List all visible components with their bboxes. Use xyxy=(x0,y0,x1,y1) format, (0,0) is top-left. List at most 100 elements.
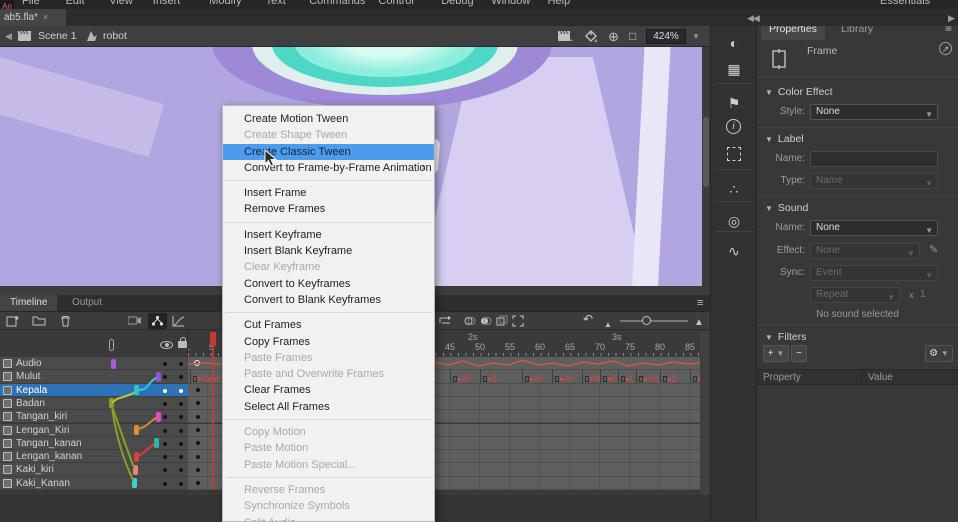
frame-label-ah[interactable]: ●Ah xyxy=(522,370,544,383)
section-color-effect[interactable]: ▼Color Effect xyxy=(765,86,833,98)
lock-dot[interactable] xyxy=(179,375,183,379)
keyframe-dot[interactable] xyxy=(196,455,200,459)
menu-item-convert-to-blank-keyframes[interactable]: Convert to Blank Keyframes xyxy=(223,292,434,308)
onion-skin-icon[interactable] xyxy=(464,315,476,327)
back-arrow-icon[interactable]: ◀ xyxy=(5,26,12,47)
menu-text[interactable]: Text xyxy=(266,0,286,9)
section-label[interactable]: ▼Label xyxy=(765,133,804,145)
zoom-in-frames-icon[interactable]: ▲ xyxy=(694,316,704,329)
expand-panels-icon[interactable]: ▶ xyxy=(948,13,954,24)
menu-item-clear-frames[interactable]: Clear Frames xyxy=(223,382,434,398)
visibility-dot[interactable] xyxy=(163,455,167,459)
new-folder-icon[interactable] xyxy=(32,315,46,326)
timeline-zoom-knob[interactable] xyxy=(642,316,651,325)
parenting-mark[interactable] xyxy=(154,438,159,448)
stage-vscrollbar-thumb[interactable] xyxy=(703,117,709,187)
visibility-dot[interactable] xyxy=(163,482,167,486)
zoom-level-input[interactable]: 424% xyxy=(646,29,686,44)
menu-item-insert-keyframe[interactable]: Insert Keyframe xyxy=(223,227,434,243)
filter-options-button[interactable]: ⚙ ▼ xyxy=(925,345,953,362)
layer-row-kaki_kiri[interactable]: Kaki_kiri xyxy=(0,463,188,476)
menu-help[interactable]: Help xyxy=(548,0,571,9)
tab-timeline[interactable]: Timeline xyxy=(0,295,57,311)
frame-label-neutral[interactable]: ●Neutral xyxy=(190,370,222,383)
menu-item-cut-frames[interactable]: Cut Frames xyxy=(223,317,434,333)
menu-modify[interactable]: Modify xyxy=(209,0,241,9)
frame-label-m[interactable]: ●M xyxy=(582,370,601,383)
motion-graph-icon[interactable]: ∿ xyxy=(723,241,745,261)
info-icon[interactable]: i xyxy=(726,119,741,134)
timeline-zoom-slider[interactable] xyxy=(620,320,688,322)
palette-icon[interactable]: ◐ xyxy=(723,33,745,53)
parenting-mark[interactable] xyxy=(156,372,161,382)
menu-item-remove-frames[interactable]: Remove Frames xyxy=(223,201,434,217)
frame-label-l[interactable]: ●L xyxy=(618,370,634,383)
visibility-dot[interactable] xyxy=(163,429,167,433)
visibility-dot[interactable] xyxy=(163,375,167,379)
label-name-input[interactable] xyxy=(810,151,938,167)
style-dropdown[interactable]: None▼ xyxy=(810,104,938,120)
keyframe-dot[interactable] xyxy=(196,481,200,485)
edit-multiple-frames-icon[interactable] xyxy=(496,315,508,327)
parenting-mark[interactable] xyxy=(133,465,138,475)
clip-content-icon[interactable]: □ xyxy=(629,26,636,47)
fill-bucket-icon[interactable] xyxy=(584,30,599,43)
menu-control[interactable]: Control xyxy=(378,0,413,9)
frame-label-ah[interactable]: ●Ah xyxy=(450,370,472,383)
parenting-mark[interactable] xyxy=(134,425,139,435)
keyframe-dot[interactable] xyxy=(196,468,200,472)
add-filter-button[interactable]: + ▼ xyxy=(763,345,789,362)
keyframe-dot[interactable] xyxy=(196,388,200,392)
tab-output[interactable]: Output xyxy=(62,295,112,311)
edit-sound-pencil-icon[interactable]: ✎ xyxy=(929,243,938,256)
lock-dot[interactable] xyxy=(179,402,183,406)
help-launch-icon[interactable]: ↗ xyxy=(939,42,952,55)
visibility-dot[interactable] xyxy=(163,415,167,419)
keyframe-dot[interactable] xyxy=(196,415,200,419)
parenting-mark[interactable] xyxy=(134,385,139,395)
visibility-dot[interactable] xyxy=(163,362,167,366)
layer-row-lengan_kanan[interactable]: Lengan_kanan xyxy=(0,450,188,463)
lock-dot[interactable] xyxy=(179,415,183,419)
camera-layer-icon[interactable] xyxy=(128,315,142,326)
lock-dot[interactable] xyxy=(179,468,183,472)
menu-view[interactable]: View xyxy=(109,0,133,9)
layer-row-tangan_kiri[interactable]: Tangan_kiri xyxy=(0,410,188,423)
keyframe-dot[interactable] xyxy=(196,401,200,405)
menu-edit[interactable]: Edit xyxy=(66,0,85,9)
parenting-mark[interactable] xyxy=(111,359,116,369)
parenting-mark[interactable] xyxy=(134,452,139,462)
menu-insert[interactable]: Insert xyxy=(153,0,181,9)
playhead[interactable] xyxy=(210,332,216,346)
frame-label-e[interactable]: ●E xyxy=(600,370,617,383)
frames-panel-icon[interactable]: ▦ xyxy=(723,59,745,79)
delete-layer-icon[interactable] xyxy=(60,315,71,327)
zoom-out-frames-icon[interactable]: ▲ xyxy=(604,318,612,331)
frame-label-ah[interactable]: ●Ah xyxy=(552,370,574,383)
layer-row-kaki_kanan[interactable]: Kaki_Kanan xyxy=(0,477,188,490)
menu-window[interactable]: Window xyxy=(491,0,530,9)
parenting-mark[interactable] xyxy=(132,478,137,488)
remove-filter-button[interactable]: − xyxy=(791,345,807,362)
menu-item-convert-to-keyframes[interactable]: Convert to Keyframes xyxy=(223,276,434,292)
menu-item-create-classic-tween[interactable]: Create Classic Tween xyxy=(223,144,434,160)
app-logo[interactable]: An xyxy=(0,0,14,9)
frame-label-d[interactable]: ●D xyxy=(660,370,678,383)
menu-file[interactable]: File xyxy=(22,0,40,9)
lock-dot[interactable] xyxy=(179,362,183,366)
parenting-view-icon[interactable] xyxy=(148,313,167,329)
onion-skin-outline-icon[interactable] xyxy=(480,315,492,327)
center-frame-icon[interactable]: ⊕ xyxy=(608,26,619,47)
layer-row-kepala[interactable]: Kepala xyxy=(0,384,188,397)
menu-item-insert-frame[interactable]: Insert Frame xyxy=(223,185,434,201)
menu-item-create-motion-tween[interactable]: Create Motion Tween xyxy=(223,111,434,127)
layer-row-lengan_kiri[interactable]: Lengan_Kiri xyxy=(0,424,188,437)
layer-row-audio[interactable]: Audio xyxy=(0,357,188,370)
visibility-eye-icon[interactable] xyxy=(160,341,173,349)
lock-dot[interactable] xyxy=(179,389,183,393)
menu-commands[interactable]: Commands xyxy=(309,0,365,9)
document-tab[interactable]: ab5.fla*× xyxy=(0,9,66,26)
lock-dot[interactable] xyxy=(179,482,183,486)
new-layer-icon[interactable] xyxy=(6,315,19,327)
frame-label-s[interactable]: ●S xyxy=(690,370,700,383)
